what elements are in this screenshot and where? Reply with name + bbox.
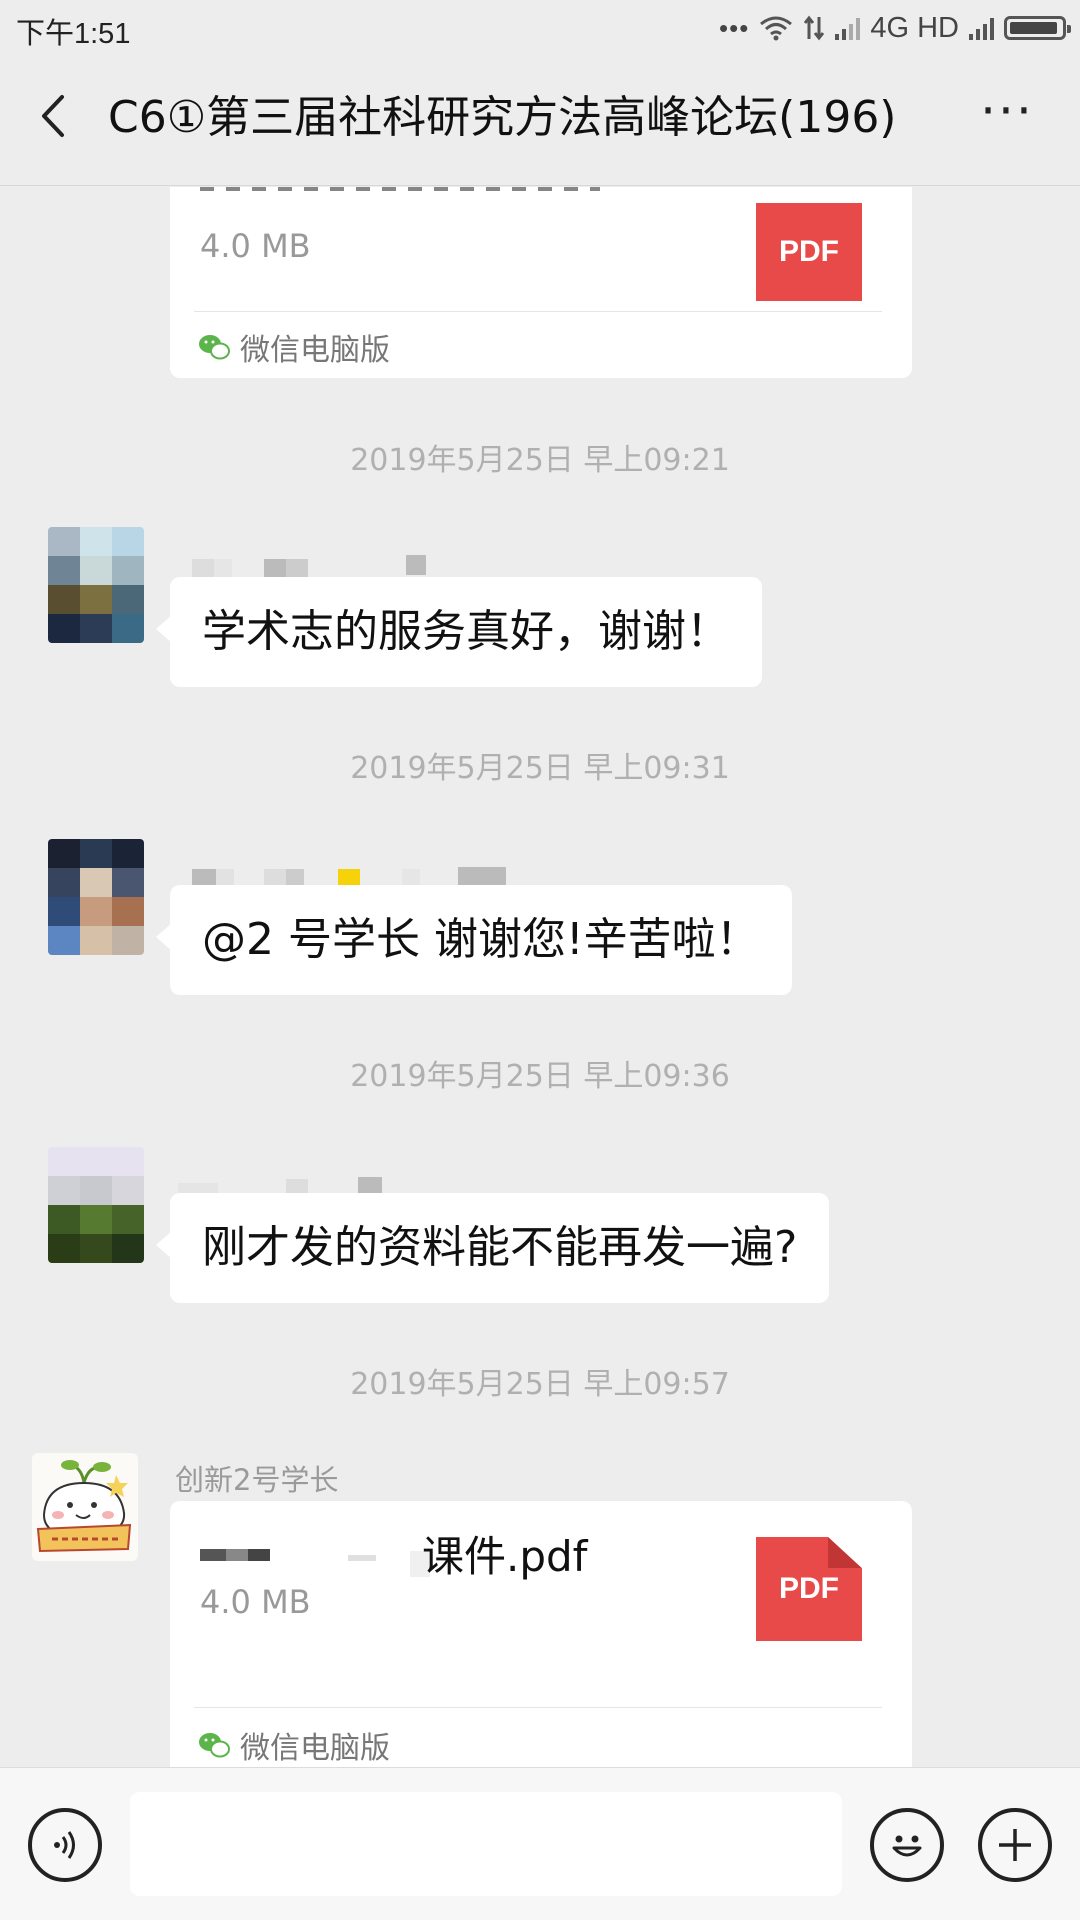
file-source: 微信电脑版 (198, 325, 390, 369)
wechat-icon (199, 1733, 230, 1758)
avatar[interactable] (48, 527, 144, 643)
pdf-file-icon: PDF (756, 203, 862, 301)
file-name-cut (200, 187, 600, 191)
message-input[interactable] (130, 1792, 842, 1896)
message-bubble[interactable]: 学术志的服务真好，谢谢！ (156, 577, 762, 687)
file-source-label: 微信电脑版 (240, 1731, 390, 1766)
plus-icon (999, 1829, 1031, 1861)
timestamp: 2019年5月25日 早上09:31 (350, 751, 730, 786)
more-options-button[interactable]: ··· (972, 86, 1042, 136)
timestamp: 2019年5月25日 早上09:21 (350, 443, 730, 478)
signal-icon-2 (969, 16, 994, 40)
chat-title: C6①第三届社科研究方法高峰论坛(196) (108, 92, 897, 143)
battery-icon (1004, 16, 1071, 40)
chat-messages[interactable]: 4.0 MB PDF 微信电脑版 2019年5月25日 早上09:21 学术志的… (0, 187, 1080, 1767)
avatar[interactable] (48, 839, 144, 955)
message-bubble[interactable]: 刚才发的资料能不能再发一遍? (155, 1193, 830, 1303)
status-bar: 下午1:51 ••• 4G HD (0, 0, 1080, 56)
signal-icon (835, 16, 861, 40)
message-bubble[interactable]: @2 号学长 谢谢您!辛苦啦！ (156, 885, 792, 995)
pdf-file-icon: PDF (756, 1537, 862, 1641)
wechat-icon (199, 335, 230, 360)
chevron-left-icon (42, 95, 64, 137)
timestamp: 2019年5月25日 早上09:57 (350, 1367, 730, 1402)
timestamp: 2019年5月25日 早上09:36 (350, 1059, 730, 1094)
sender-name: 创新2号学长 (175, 1463, 339, 1497)
file-size: 4.0 MB (200, 227, 311, 265)
avatar[interactable] (48, 1147, 144, 1263)
file-message-card[interactable]: 4.0 MB PDF 微信电脑版 (170, 187, 912, 378)
divider (194, 1707, 882, 1708)
file-size: 4.0 MB (200, 1583, 311, 1621)
input-bar (0, 1767, 1080, 1920)
more-dots-icon: ••• (719, 12, 750, 43)
status-icons: ••• 4G HD (719, 10, 1071, 46)
divider (194, 311, 882, 312)
chat-header: C6①第三届社科研究方法高峰论坛(196) ··· (0, 56, 1080, 186)
back-button[interactable] (30, 91, 80, 141)
emoji-icon (892, 1835, 922, 1857)
file-source-label: 微信电脑版 (240, 333, 390, 368)
sprout-cartoon-avatar (32, 1453, 138, 1561)
status-time: 下午1:51 (16, 18, 131, 50)
more-actions-button[interactable] (978, 1808, 1052, 1882)
file-source: 微信电脑版 (198, 1723, 390, 1767)
network-type: 4G HD (870, 11, 959, 44)
file-message-card[interactable]: 课件.pdf 4.0 MB PDF 微信电脑版 (170, 1501, 912, 1767)
voice-button[interactable] (28, 1808, 102, 1882)
file-size-mask (194, 1561, 394, 1585)
voice-icon (54, 1831, 75, 1859)
data-arrows-icon (804, 15, 825, 41)
emoji-button[interactable] (870, 1808, 944, 1882)
avatar[interactable] (32, 1453, 138, 1561)
file-name: 课件.pdf (422, 1532, 588, 1581)
wifi-icon (760, 16, 793, 41)
